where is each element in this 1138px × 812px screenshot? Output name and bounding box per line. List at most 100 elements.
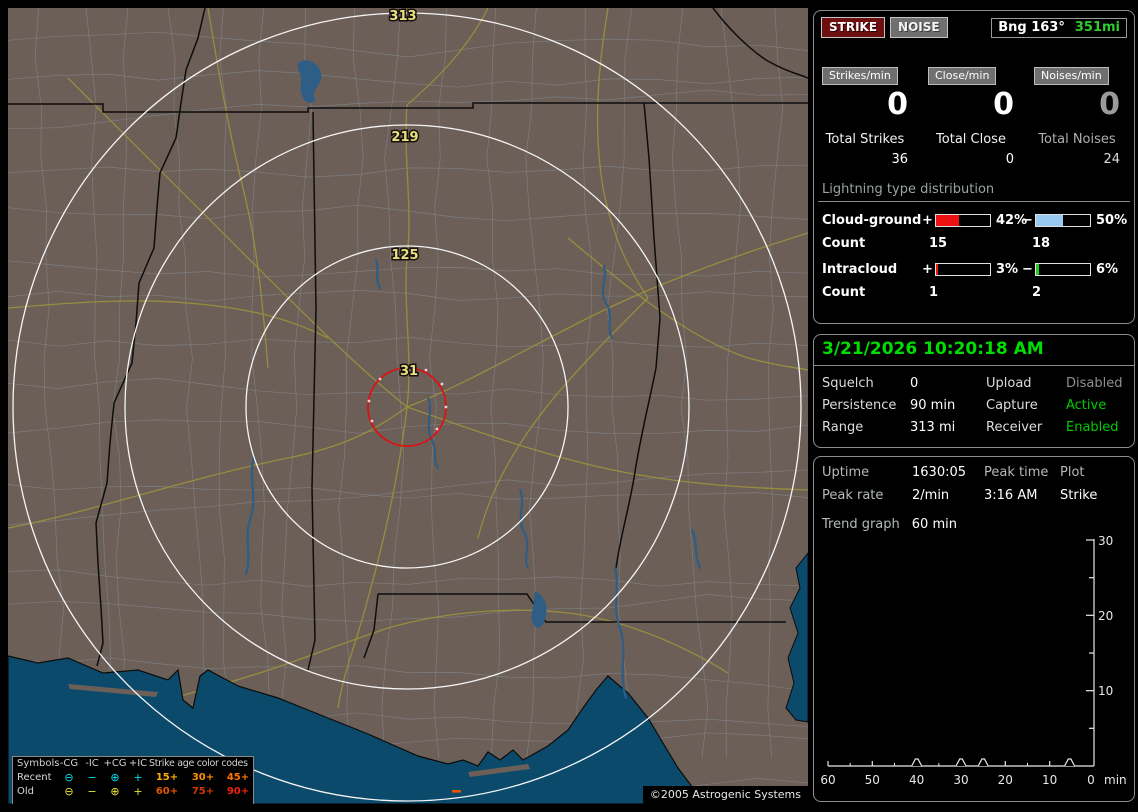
uptime-label: Uptime	[822, 465, 870, 480]
cloud-ground-positive-pct: 42%	[996, 213, 1028, 228]
legend-age-header: Strike age color codes	[149, 758, 248, 769]
trend-axes	[827, 539, 1095, 767]
plus-sign: +	[922, 213, 933, 228]
x-tick-40: 40	[909, 773, 924, 787]
peak-time-label: Peak time	[984, 465, 1049, 480]
cloud-ground-negative-bar	[1035, 214, 1091, 227]
intracloud-positive-pct: 3%	[996, 262, 1019, 277]
plot-mode-value: Strike	[1060, 488, 1098, 503]
persistence-label: Persistence	[822, 398, 897, 413]
x-axis-unit: min	[1104, 773, 1127, 787]
status-panel: 3/21/2026 10:20:18 AM Squelch 0 Upload D…	[813, 334, 1135, 448]
plus-sign: +	[922, 262, 933, 277]
x-tick-60: 60	[820, 773, 835, 787]
strikes-counter-column: Strikes/min 0 Total Strikes 36	[822, 64, 908, 167]
squelch-value: 0	[910, 376, 919, 391]
session-panel: Uptime 1630:05 Peak time Plot Peak rate …	[813, 456, 1135, 802]
legend-row-recent: Recent	[17, 772, 52, 783]
legend-symbols-header: Symbols	[17, 758, 60, 769]
strikes-per-min-button[interactable]: Strikes/min	[822, 67, 898, 85]
total-strikes-label: Total Strikes	[825, 132, 905, 147]
strikes-per-min-value: 0	[887, 87, 908, 122]
squelch-label: Squelch	[822, 376, 874, 391]
trend-graph: 30 20 10 60 50 40 30 20 10 0 min	[820, 534, 1127, 787]
close-per-min-button[interactable]: Close/min	[928, 67, 997, 85]
intracloud-label: Intracloud	[822, 262, 898, 277]
x-tick-30: 30	[953, 773, 968, 787]
close-counter-column: Close/min 0 Total Close 0	[928, 64, 1014, 167]
total-noises-value: 24	[1103, 152, 1120, 167]
receiver-label: Receiver	[986, 420, 1043, 435]
range-value: 313 mi	[910, 420, 956, 435]
total-strikes-value: 36	[891, 152, 908, 167]
upload-label: Upload	[986, 376, 1032, 391]
cloud-ground-negative-count: 18	[1032, 236, 1051, 251]
uptime-value: 1630:05	[912, 465, 967, 480]
peak-rate-value: 2/min	[912, 488, 950, 503]
cloud-ground-positive-bar	[935, 214, 991, 227]
cloud-ground-label: Cloud-ground	[822, 213, 922, 228]
age-code-30: 30+	[191, 772, 215, 783]
x-tick-50: 50	[865, 773, 880, 787]
x-tick-0: 0	[1087, 773, 1095, 787]
bearing-value: Bng 163°	[998, 19, 1065, 35]
strike-symbol-old-negative	[452, 790, 461, 793]
neg-cg-old-icon: ⊖	[64, 785, 74, 798]
pos-cg-recent-icon: ⊕	[110, 771, 120, 784]
stats-panel: STRIKE NOISE Bng 163° 351mi Strikes/min 0…	[813, 10, 1135, 324]
neg-ic-recent-icon: −	[87, 771, 97, 784]
close-per-min-value: 0	[993, 87, 1014, 122]
persistence-value: 90 min	[910, 398, 956, 413]
neg-cg-recent-icon: ⊖	[64, 771, 74, 784]
cloud-ground-negative-pct: 50%	[1096, 213, 1128, 228]
legend-col-pos-ic: +IC	[128, 758, 148, 769]
plot-label: Plot	[1060, 465, 1085, 480]
capture-label: Capture	[986, 398, 1038, 413]
range-label: Range	[822, 420, 864, 435]
y-tick-20: 20	[1098, 609, 1113, 623]
x-tick-20: 20	[998, 773, 1013, 787]
ring-label-219: 219	[391, 130, 418, 145]
legend-col-neg-ic: -IC	[85, 758, 99, 769]
total-close-label: Total Close	[936, 132, 1006, 147]
noise-mode-button[interactable]: NOISE	[890, 17, 948, 38]
noises-per-min-value: 0	[1099, 87, 1120, 122]
bearing-readout: Bng 163° 351mi	[991, 17, 1127, 38]
intracloud-negative-pct: 6%	[1096, 262, 1119, 277]
peak-rate-label: Peak rate	[822, 488, 884, 503]
copyright-text: ©2005 Astrogenic Systems	[642, 786, 808, 804]
ring-label-31: 31	[400, 364, 418, 379]
legend-col-neg-cg: -CG	[59, 758, 79, 769]
receiver-status: Enabled	[1066, 420, 1119, 435]
age-code-45: 45+	[226, 772, 250, 783]
noises-counter-column: Noises/min 0 Total Noises 24	[1034, 64, 1120, 167]
map-canvas: 313 219 125 31	[8, 8, 808, 804]
neg-ic-old-icon: −	[87, 785, 97, 798]
datetime-display: 3/21/2026 10:20:18 AM	[814, 335, 1134, 366]
noises-per-min-button[interactable]: Noises/min	[1034, 67, 1109, 85]
strike-mode-button[interactable]: STRIKE	[821, 17, 886, 38]
intracloud-positive-count: 1	[929, 285, 939, 300]
cloud-ground-positive-count: 15	[929, 236, 948, 251]
map-legend: Symbols -CG -IC +CG +IC Strike age color…	[12, 756, 254, 804]
age-code-60: 60+	[155, 786, 179, 797]
age-code-90: 90+	[226, 786, 250, 797]
total-noises-label: Total Noises	[1038, 132, 1116, 147]
lightning-map: 313 219 125 31 Symbols -CG -IC +CG +IC S…	[8, 8, 808, 804]
ring-label-125: 125	[391, 248, 418, 263]
minus-sign: −	[1022, 213, 1033, 228]
intracloud-positive-bar	[935, 263, 991, 276]
intracloud-negative-count: 2	[1032, 285, 1042, 300]
pos-ic-old-icon: +	[133, 785, 143, 798]
upload-status: Disabled	[1066, 376, 1123, 391]
age-code-75: 75+	[191, 786, 215, 797]
count-label: Count	[822, 236, 866, 251]
total-close-value: 0	[1005, 152, 1014, 167]
legend-col-pos-cg: +CG	[103, 758, 127, 769]
pos-cg-old-icon: ⊕	[110, 785, 120, 798]
bearing-distance: 351mi	[1074, 19, 1120, 35]
age-code-15: 15+	[155, 772, 179, 783]
stormvue-app-window: 313 219 125 31 Symbols -CG -IC +CG +IC S…	[0, 0, 1138, 812]
pos-ic-recent-icon: +	[133, 771, 143, 784]
y-tick-30: 30	[1098, 534, 1113, 548]
